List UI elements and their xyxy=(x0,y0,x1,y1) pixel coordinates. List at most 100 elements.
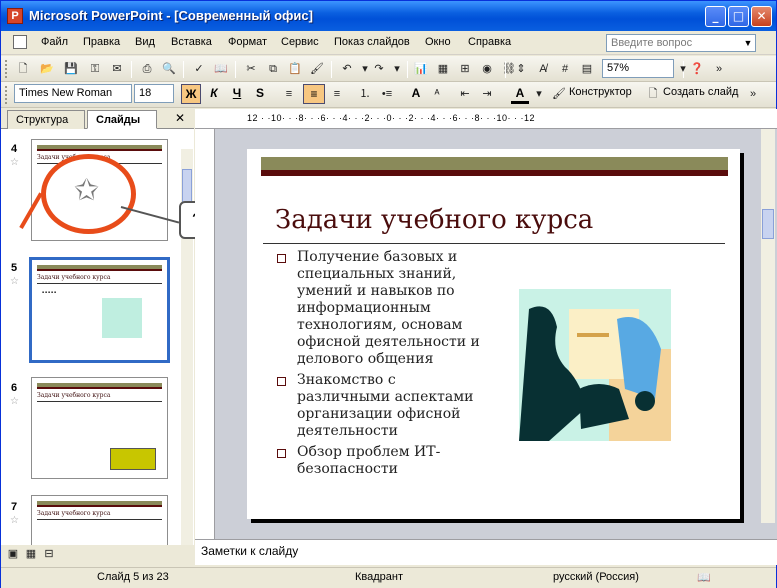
zoom-dropdown-icon[interactable]: ▾ xyxy=(675,61,691,77)
print-icon[interactable]: ⎙ xyxy=(139,61,155,77)
show-formatting-icon[interactable]: A̸ xyxy=(535,61,551,77)
animation-star-icon[interactable]: ☆ xyxy=(10,157,19,168)
shadow-button[interactable]: S xyxy=(250,84,270,104)
italic-button[interactable]: К xyxy=(204,84,224,104)
slide-thumbnail-6[interactable]: Задачи учебного курса xyxy=(31,377,168,479)
zoom-select[interactable]: 57% xyxy=(602,59,674,78)
tables-borders-icon[interactable]: ⊞ xyxy=(457,61,473,77)
decrease-font-icon[interactable]: ᴬ xyxy=(429,86,445,102)
underline-button[interactable]: Ч xyxy=(227,84,247,104)
new-icon[interactable]: 🗋 xyxy=(15,61,31,77)
editor-vertical-scrollbar[interactable] xyxy=(761,129,775,523)
animation-star-icon[interactable]: ☆ xyxy=(10,396,19,407)
menu-edit[interactable]: Правка xyxy=(83,36,120,48)
increase-font-button[interactable]: A xyxy=(407,84,425,104)
new-slide-button[interactable]: Создать слайд xyxy=(663,86,738,98)
insert-chart-icon[interactable]: 📊 xyxy=(413,61,429,77)
slide-bullet: Обзор проблем ИТ-безопасности xyxy=(275,444,490,478)
align-right-icon[interactable]: ≡ xyxy=(329,86,345,102)
status-slide-position: Слайд 5 из 23 xyxy=(97,571,169,583)
undo-icon[interactable]: ↶ xyxy=(339,61,355,77)
designer-icon[interactable]: 🖌 xyxy=(551,86,567,102)
menu-view[interactable]: Вид xyxy=(135,36,155,48)
office-clipart-image[interactable] xyxy=(519,289,671,441)
current-slide[interactable]: Задачи учебного курса Получение базовых … xyxy=(247,149,740,519)
color-grayscale-icon[interactable]: ▤ xyxy=(579,61,595,77)
menu-help[interactable]: Справка xyxy=(468,36,511,48)
font-color-button[interactable]: A xyxy=(511,84,529,104)
minimize-button[interactable]: _ xyxy=(705,6,726,27)
menu-tools[interactable]: Сервис xyxy=(281,36,319,48)
slide-sorter-view-icon[interactable]: ▦ xyxy=(23,546,39,562)
toolbar-grip[interactable] xyxy=(5,86,8,104)
pane-close-icon[interactable]: ✕ xyxy=(175,111,185,125)
help-icon[interactable]: ❓ xyxy=(689,61,705,77)
notes-input[interactable]: Заметки к слайду xyxy=(195,539,777,565)
scroll-thumb[interactable] xyxy=(762,209,774,239)
slide-bullet-list[interactable]: Получение базовых и специальных знаний, … xyxy=(275,249,490,482)
slide-title-bar xyxy=(261,157,728,170)
help-question-input[interactable]: Введите вопрос xyxy=(606,34,756,52)
redo-dropdown-icon[interactable]: ▾ xyxy=(389,61,405,77)
powerpoint-app-icon[interactable]: P xyxy=(7,8,23,24)
align-left-icon[interactable]: ≡ xyxy=(281,86,297,102)
thumb-callout-box xyxy=(110,448,156,470)
menu-format[interactable]: Формат xyxy=(228,36,267,48)
font-name-select[interactable]: Times New Roman xyxy=(14,84,132,103)
menu-insert[interactable]: Вставка xyxy=(171,36,212,48)
menu-window[interactable]: Окно xyxy=(425,36,451,48)
slide-title[interactable]: Задачи учебного курса xyxy=(275,205,593,235)
research-icon[interactable]: 📖 xyxy=(213,61,229,77)
tab-slides[interactable]: Слайды xyxy=(87,110,157,129)
slide-thumbnail-7[interactable]: Задачи учебного курса xyxy=(31,495,168,545)
designer-button[interactable]: Конструктор xyxy=(569,86,632,98)
format-painter-icon[interactable]: 🖌 xyxy=(309,61,325,77)
email-icon[interactable]: ✉ xyxy=(109,61,125,77)
normal-view-icon[interactable]: ▣ xyxy=(5,546,21,562)
increase-indent-icon[interactable]: ⇥ xyxy=(479,86,495,102)
save-icon[interactable]: 💾 xyxy=(63,61,79,77)
toolbar-options-icon[interactable]: » xyxy=(711,61,727,77)
cut-icon[interactable]: ✂ xyxy=(243,61,259,77)
toolbar-grip[interactable] xyxy=(5,60,8,78)
expand-all-icon[interactable]: ⇕ xyxy=(513,61,529,77)
print-preview-icon[interactable]: 🔍 xyxy=(161,61,177,77)
font-color-dropdown-icon[interactable]: ▾ xyxy=(531,86,547,102)
spelling-icon[interactable]: ✓ xyxy=(191,61,207,77)
toolbar-separator xyxy=(331,61,332,78)
decrease-indent-icon[interactable]: ⇤ xyxy=(457,86,473,102)
callout-magnifier: ✩ xyxy=(41,154,136,234)
slideshow-view-icon[interactable]: ⊟ xyxy=(41,546,57,562)
show-grid-icon[interactable]: # xyxy=(557,61,573,77)
thumb-divider xyxy=(37,401,162,402)
bold-button[interactable]: Ж xyxy=(181,84,201,104)
permission-icon[interactable]: ⚿ xyxy=(87,61,103,77)
slide-number: 4 xyxy=(11,143,18,155)
animation-star-icon[interactable]: ☆ xyxy=(10,276,19,287)
bullets-icon[interactable]: •≡ xyxy=(379,86,395,102)
document-icon[interactable] xyxy=(13,35,27,49)
align-center-icon[interactable]: ≡ xyxy=(303,84,325,104)
toolbar-options-icon[interactable]: » xyxy=(745,86,761,102)
spelling-status-icon[interactable]: 📖 xyxy=(697,571,711,584)
open-icon[interactable]: 📂 xyxy=(39,61,55,77)
animation-star-icon[interactable]: ☆ xyxy=(10,515,19,526)
font-size-select[interactable]: 18 xyxy=(134,84,174,103)
insert-diagram-icon[interactable]: ◉ xyxy=(479,61,495,77)
numbering-icon[interactable]: ⒈ xyxy=(357,86,373,102)
thumb-bullet: ▪ ▪ ▪ ▪ ▪ xyxy=(42,290,56,294)
slide-thumbnail-5[interactable]: Задачи учебного курса ▪ ▪ ▪ ▪ ▪ xyxy=(29,257,170,363)
new-slide-icon[interactable]: 🗋 xyxy=(645,86,661,102)
tab-outline[interactable]: Структура xyxy=(7,110,85,129)
maximize-button[interactable]: □ xyxy=(728,6,749,27)
close-button[interactable]: ✕ xyxy=(751,6,772,27)
slide-divider xyxy=(263,243,725,244)
help-dropdown-icon[interactable]: ▼ xyxy=(741,35,755,51)
menu-file[interactable]: Файл xyxy=(41,36,68,48)
paste-icon[interactable]: 📋 xyxy=(287,61,303,77)
menu-slideshow[interactable]: Показ слайдов xyxy=(334,36,410,48)
insert-table-icon[interactable]: ▦ xyxy=(435,61,451,77)
redo-icon[interactable]: ↷ xyxy=(371,61,387,77)
copy-icon[interactable]: ⧉ xyxy=(265,61,281,77)
toolbar-separator xyxy=(235,61,236,78)
